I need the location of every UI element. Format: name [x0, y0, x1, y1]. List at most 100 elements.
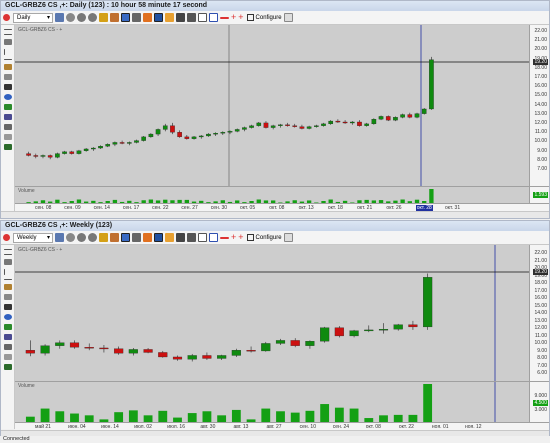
strategy-icon[interactable] [132, 233, 141, 242]
chart-type-icon[interactable] [55, 13, 64, 22]
timeframe-select[interactable]: Daily [13, 12, 53, 23]
horizontal-line-icon[interactable] [220, 236, 229, 239]
line-tool-icon[interactable] [4, 29, 12, 30]
marker-icon[interactable]: + [238, 233, 243, 242]
timeframe-select[interactable]: Weekly [13, 232, 53, 243]
marker-icon[interactable]: + [238, 13, 243, 22]
candle-body [400, 114, 405, 118]
cross-icon[interactable]: + [231, 233, 236, 242]
magnet-icon[interactable] [4, 354, 12, 360]
volume-bar [261, 408, 271, 423]
magnet-icon[interactable] [4, 134, 12, 140]
fibonacci-icon[interactable] [4, 284, 12, 290]
candle-body [349, 330, 359, 337]
lock-icon[interactable] [99, 13, 108, 22]
time-axis[interactable]: май 21 июн. 04 июн. 14 июл. 02 июл. 16 авг. 3… [15, 422, 549, 430]
pin-icon[interactable] [3, 14, 10, 21]
pointer-icon[interactable] [198, 13, 207, 22]
zoom-out-icon[interactable] [88, 13, 97, 22]
objects-icon[interactable] [165, 233, 174, 242]
cross-icon[interactable]: + [231, 13, 236, 22]
indicators-icon[interactable] [121, 233, 130, 242]
objects-icon[interactable] [165, 13, 174, 22]
arrow-icon[interactable] [4, 104, 12, 110]
pencil-icon[interactable] [4, 294, 12, 300]
text-tool-icon[interactable] [4, 84, 12, 90]
pointer-icon[interactable] [198, 233, 207, 242]
candle-body [227, 131, 233, 133]
line-tool-icon[interactable] [4, 249, 12, 250]
candle-body [155, 129, 161, 135]
vertical-line-icon[interactable] [4, 49, 5, 55]
bars-icon[interactable] [154, 13, 163, 22]
text-tool-icon[interactable] [4, 304, 12, 310]
candle-body [76, 150, 82, 154]
zoom-icon[interactable] [66, 233, 75, 242]
channel-tool-icon[interactable] [4, 39, 12, 45]
data-box-icon[interactable] [110, 13, 119, 22]
chart-toolbar: Weekly + + Configure [1, 231, 549, 245]
alerts-icon[interactable] [143, 13, 152, 22]
configure-button[interactable]: Configure [246, 12, 282, 24]
vertical-line-icon[interactable] [4, 269, 5, 275]
ellipse-icon[interactable] [4, 94, 12, 100]
brush-icon[interactable] [4, 364, 12, 370]
daily-chart-window: GCL-GRBZ6 CS ,+: Daily (123) : 10 hour 5… [0, 0, 550, 219]
zoom-icon[interactable] [66, 13, 75, 22]
arrow-icon[interactable] [4, 324, 12, 330]
daily-candles-svg [15, 25, 529, 186]
configure-button[interactable]: Configure [246, 232, 282, 244]
more-options-icon[interactable] [283, 233, 293, 242]
price-tick: 16.00 [534, 83, 547, 90]
horizontal-tool-icon[interactable] [4, 279, 12, 280]
price-tick: 13.00 [534, 110, 547, 117]
candle-body [213, 133, 218, 135]
templates-icon[interactable] [176, 233, 185, 242]
more-options-icon[interactable] [283, 13, 293, 22]
eraser-icon[interactable] [4, 334, 12, 340]
indicators-icon[interactable] [121, 13, 130, 22]
ray-tool-icon[interactable] [4, 34, 12, 35]
ray-tool-icon[interactable] [4, 254, 12, 255]
weekly-volume-svg [25, 382, 496, 423]
ellipse-icon[interactable] [4, 314, 12, 320]
zoom-in-icon[interactable] [77, 13, 86, 22]
price-scale[interactable]: 22.0021.0020.0019.0018.0017.0016.0015.00… [529, 25, 549, 186]
weekly-candles-svg [15, 245, 529, 381]
time-axis[interactable]: сен. 08 сен. 09 сен. 14 сен. 17 сен. 22 сен. … [15, 203, 549, 211]
channel-tool-icon[interactable] [4, 259, 12, 265]
fibonacci-icon[interactable] [4, 64, 12, 70]
zoom-out-icon[interactable] [88, 233, 97, 242]
price-scale[interactable]: 22.0021.0020.0019.0018.0017.0016.0015.00… [529, 245, 549, 381]
candle-body [285, 124, 290, 126]
candle-body [393, 324, 403, 330]
daily-price-chart[interactable]: GCL-GRBZ6 CS - + 22.0021.0020.0019.0018.… [15, 25, 549, 186]
brush-icon[interactable] [4, 144, 12, 150]
zoom-in-icon[interactable] [77, 233, 86, 242]
bars-icon[interactable] [154, 233, 163, 242]
horizontal-line-icon[interactable] [220, 16, 229, 19]
candle-body [407, 114, 413, 118]
settings-icon[interactable] [4, 344, 12, 350]
chart-type-icon[interactable] [55, 233, 64, 242]
eraser-icon[interactable] [4, 114, 12, 120]
snapshot-icon[interactable] [187, 233, 196, 242]
horizontal-tool-icon[interactable] [4, 59, 12, 60]
horizontal-scrollbar[interactable] [1, 211, 549, 218]
weekly-price-chart[interactable]: GCL-GRBZ6 CS - + 22.00 21.00 20.00 19.00 18.… [15, 245, 549, 381]
data-box-icon[interactable] [110, 233, 119, 242]
pin-icon[interactable] [3, 234, 10, 241]
strategy-icon[interactable] [132, 13, 141, 22]
lock-icon[interactable] [99, 233, 108, 242]
crosshair-icon[interactable] [209, 13, 218, 22]
snapshot-icon[interactable] [187, 13, 196, 22]
templates-icon[interactable] [176, 13, 185, 22]
alerts-icon[interactable] [143, 233, 152, 242]
crosshair-icon[interactable] [209, 233, 218, 242]
candle-body [33, 155, 39, 157]
pencil-icon[interactable] [4, 74, 12, 80]
volume-bar [349, 408, 359, 423]
settings-icon[interactable] [4, 124, 12, 130]
price-tick: 6.00 [537, 370, 547, 376]
candle-body [69, 342, 80, 348]
